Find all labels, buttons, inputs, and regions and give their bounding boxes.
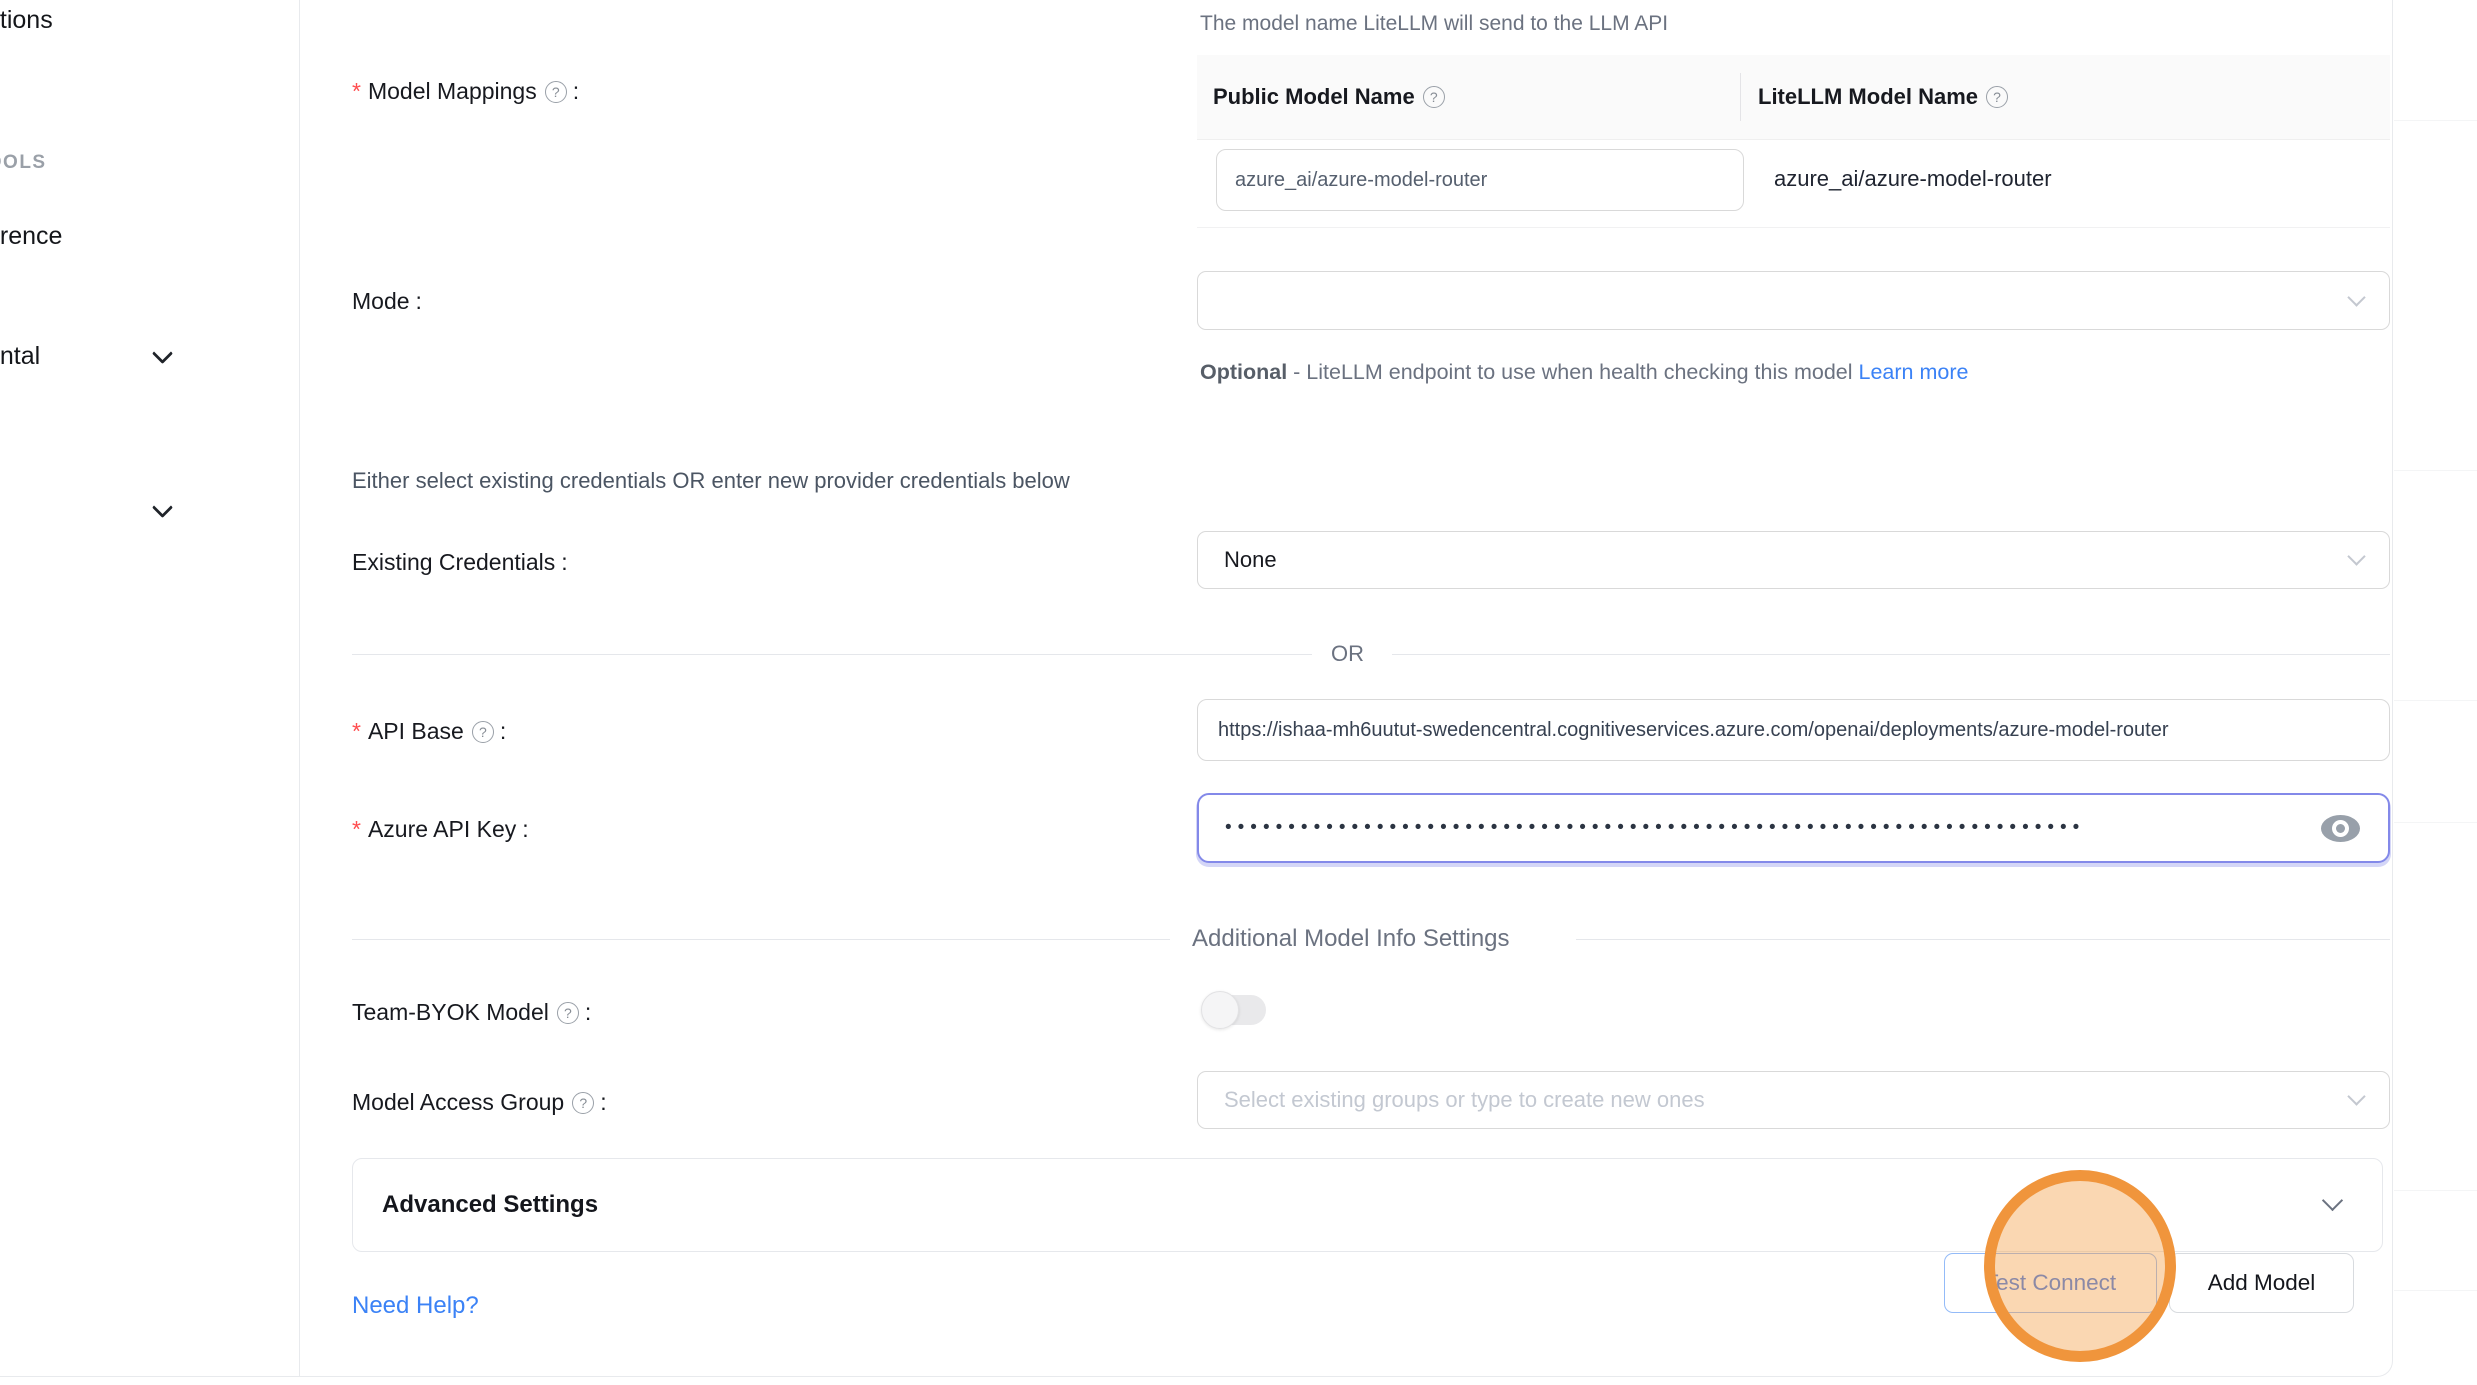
sidebar-item-inference[interactable]: erence xyxy=(0,222,186,251)
azure-api-key-input[interactable]: ••••••••••••••••••••••••••••••••••••••••… xyxy=(1197,793,2390,863)
model-mappings-label: * Model Mappings ? : xyxy=(352,78,579,105)
mapping-table-row: azure_ai/azure-model-router xyxy=(1197,140,2390,228)
team-byok-toggle[interactable] xyxy=(1203,995,1266,1025)
api-base-input[interactable] xyxy=(1197,699,2390,761)
model-name-hint: The model name LiteLLM will send to the … xyxy=(1200,12,1668,36)
model-mappings-table: Public Model Name ? LiteLLM Model Name ?… xyxy=(1197,55,2390,228)
public-model-name-input[interactable] xyxy=(1216,149,1744,211)
help-icon[interactable]: ? xyxy=(545,81,567,103)
mode-label: Mode : xyxy=(352,288,422,315)
toggle-knob xyxy=(1201,991,1239,1029)
public-model-name-header: Public Model Name ? xyxy=(1197,84,1740,110)
or-divider-text: OR xyxy=(1331,641,1364,667)
additional-divider-text: Additional Model Info Settings xyxy=(1192,925,1510,953)
credentials-note: Either select existing credentials OR en… xyxy=(352,468,1070,494)
sidebar-item-organizations[interactable]: ations xyxy=(0,6,186,35)
existing-credentials-select[interactable]: None xyxy=(1197,531,2390,589)
api-base-label: * API Base ? : xyxy=(352,718,506,745)
advanced-settings-panel[interactable]: Advanced Settings xyxy=(352,1158,2383,1252)
model-access-group-label: Model Access Group ? : xyxy=(352,1089,607,1116)
background-line xyxy=(2394,700,2477,701)
existing-credentials-label: Existing Credentials : xyxy=(352,549,568,576)
help-icon[interactable]: ? xyxy=(557,1002,579,1024)
need-help-link[interactable]: Need Help? xyxy=(352,1292,479,1320)
required-asterisk: * xyxy=(352,718,361,745)
additional-divider-line xyxy=(1576,939,2390,940)
help-icon[interactable]: ? xyxy=(1423,86,1445,108)
background-line xyxy=(2394,1290,2477,1291)
azure-api-key-label: * Azure API Key : xyxy=(352,816,529,843)
background-line xyxy=(2394,1190,2477,1191)
existing-credentials-value: None xyxy=(1224,547,1277,573)
add-model-button[interactable]: Add Model xyxy=(2169,1253,2354,1313)
mode-help-text: Optional - LiteLLM endpoint to use when … xyxy=(1200,352,2030,392)
background-line xyxy=(2394,120,2477,121)
background-line xyxy=(2394,470,2477,471)
add-model-page: ations s TOOLS erence ental s The model … xyxy=(0,0,2477,1385)
or-divider-line xyxy=(1392,654,2390,655)
sidebar-divider xyxy=(299,0,300,1377)
help-icon[interactable]: ? xyxy=(472,721,494,743)
required-asterisk: * xyxy=(352,78,361,105)
learn-more-link[interactable]: Learn more xyxy=(1858,360,1968,384)
chevron-down-icon xyxy=(2347,547,2365,565)
chevron-down-icon xyxy=(2347,288,2365,306)
litellm-model-name-header: LiteLLM Model Name ? xyxy=(1741,84,2008,110)
sidebar-section-tools: TOOLS xyxy=(0,152,47,174)
help-icon[interactable]: ? xyxy=(1986,86,2008,108)
model-access-group-select[interactable]: Select existing groups or type to create… xyxy=(1197,1071,2390,1129)
masked-key-value: ••••••••••••••••••••••••••••••••••••••••… xyxy=(1225,817,2285,839)
model-access-group-placeholder: Select existing groups or type to create… xyxy=(1224,1087,1705,1113)
help-icon[interactable]: ? xyxy=(572,1092,594,1114)
litellm-model-name-value: azure_ai/azure-model-router xyxy=(1774,166,2052,192)
eye-icon[interactable] xyxy=(2321,815,2360,842)
or-divider-line xyxy=(352,654,1312,655)
sidebar-item-1[interactable]: s xyxy=(0,68,186,97)
chevron-down-icon xyxy=(2322,1190,2343,1211)
additional-divider-line xyxy=(352,939,1170,940)
mapping-table-header: Public Model Name ? LiteLLM Model Name ? xyxy=(1197,55,2390,140)
background-line xyxy=(2394,822,2477,823)
test-connect-button[interactable]: Test Connect xyxy=(1944,1253,2157,1313)
team-byok-label: Team-BYOK Model ? : xyxy=(352,999,591,1026)
advanced-settings-title: Advanced Settings xyxy=(382,1191,598,1219)
required-asterisk: * xyxy=(352,816,361,843)
chevron-down-icon xyxy=(2347,1087,2365,1105)
mode-select[interactable] xyxy=(1197,271,2390,330)
